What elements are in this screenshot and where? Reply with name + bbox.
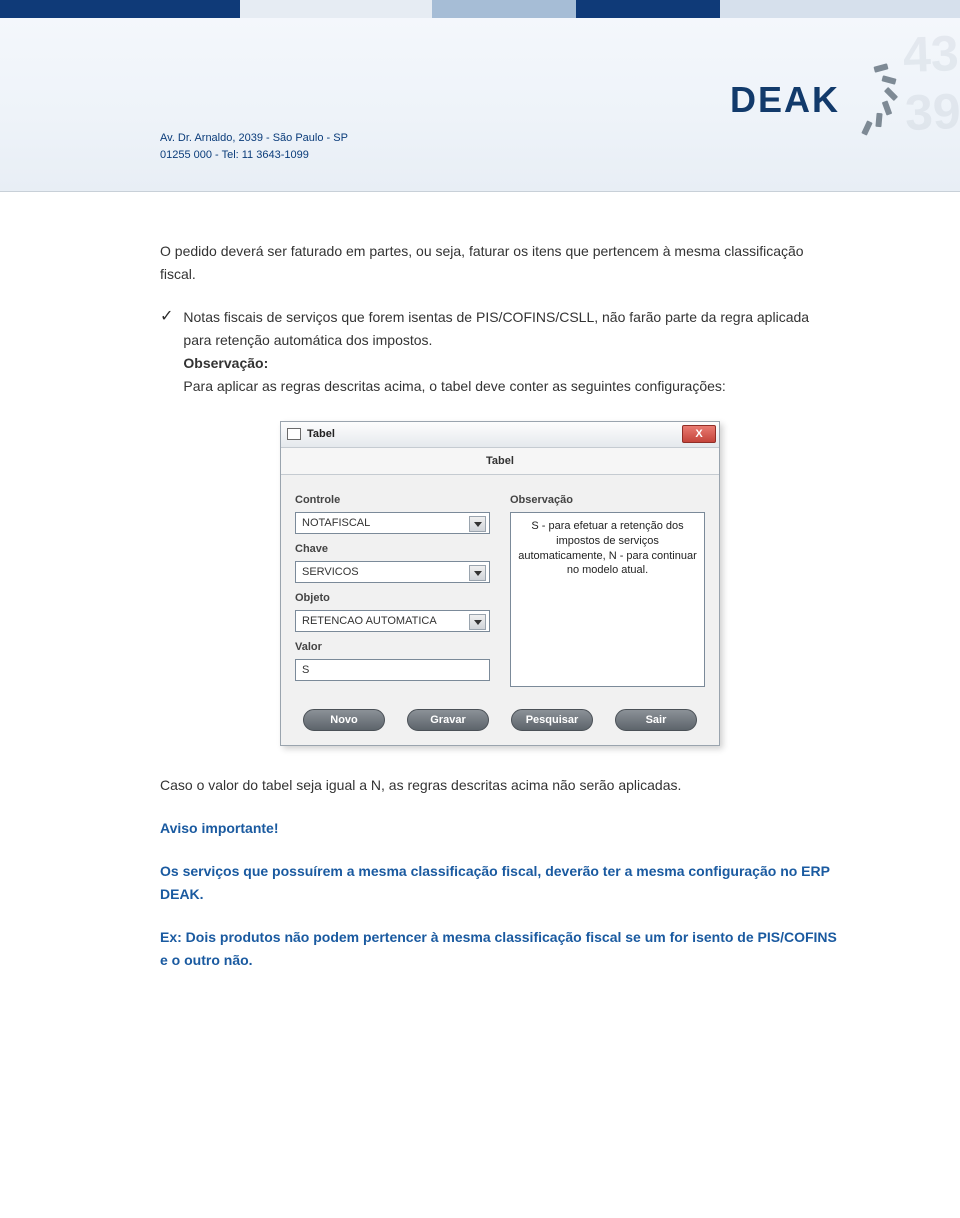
window-icon xyxy=(287,428,301,440)
aviso-title: Aviso importante! xyxy=(160,817,840,840)
objeto-select[interactable]: RETENCAO AUTOMATICA xyxy=(295,610,490,632)
bullet-item-1: ✓ Notas fiscais de serviços que forem is… xyxy=(160,306,840,398)
objeto-value: RETENCAO AUTOMATICA xyxy=(302,612,437,630)
page-header: 4339 Av. Dr. Arnaldo, 2039 - São Paulo -… xyxy=(0,0,960,192)
chave-select[interactable]: SERVICOS xyxy=(295,561,490,583)
logo-text: DEAK xyxy=(730,79,840,121)
header-decorative-numbers: 4339 xyxy=(902,24,960,142)
paragraph-intro: O pedido deverá ser faturado em partes, … xyxy=(160,240,840,286)
chevron-down-icon xyxy=(474,571,482,576)
chevron-down-icon xyxy=(474,620,482,625)
novo-button[interactable]: Novo xyxy=(303,709,385,731)
tabel-dialog-figure: Tabel X Tabel Controle NOTAFISCAL Chave … xyxy=(280,421,720,746)
label-controle: Controle xyxy=(295,491,490,509)
document-body: O pedido deverá ser faturado em partes, … xyxy=(0,192,960,972)
company-address: Av. Dr. Arnaldo, 2039 - São Paulo - SP 0… xyxy=(160,130,348,163)
label-objeto: Objeto xyxy=(295,589,490,607)
address-line2: 01255 000 - Tel: 11 3643-1099 xyxy=(160,147,348,164)
bullet-1-text: Notas fiscais de serviços que forem isen… xyxy=(183,309,809,348)
label-valor: Valor xyxy=(295,638,490,656)
gravar-button[interactable]: Gravar xyxy=(407,709,489,731)
chave-value: SERVICOS xyxy=(302,563,359,581)
valor-value: S xyxy=(302,661,309,679)
chevron-down-icon xyxy=(474,522,482,527)
observacao-text: Para aplicar as regras descritas acima, … xyxy=(183,378,725,394)
valor-input[interactable]: S xyxy=(295,659,490,681)
aviso-paragraph-1: Os serviços que possuírem a mesma classi… xyxy=(160,860,840,906)
pesquisar-button[interactable]: Pesquisar xyxy=(511,709,593,731)
dialog-tab-title: Tabel xyxy=(281,448,719,475)
logo-arc-icon xyxy=(852,65,900,135)
aviso-paragraph-2: Ex: Dois produtos não podem pertencer à … xyxy=(160,926,840,972)
company-logo: DEAK xyxy=(730,65,900,135)
observacao-textarea[interactable]: S - para efetuar a retenção dos impostos… xyxy=(510,512,705,687)
controle-select[interactable]: NOTAFISCAL xyxy=(295,512,490,534)
dialog-window-title: Tabel xyxy=(307,425,335,443)
checkmark-icon: ✓ xyxy=(160,306,173,398)
controle-value: NOTAFISCAL xyxy=(302,514,370,532)
label-observacao: Observação xyxy=(510,491,705,509)
dialog-titlebar: Tabel X xyxy=(281,422,719,448)
sair-button[interactable]: Sair xyxy=(615,709,697,731)
address-line1: Av. Dr. Arnaldo, 2039 - São Paulo - SP xyxy=(160,130,348,147)
observacao-label: Observação: xyxy=(183,355,268,371)
label-chave: Chave xyxy=(295,540,490,558)
paragraph-after-dialog: Caso o valor do tabel seja igual a N, as… xyxy=(160,774,840,797)
observacao-content: S - para efetuar a retenção dos impostos… xyxy=(518,520,697,577)
tabel-dialog: Tabel X Tabel Controle NOTAFISCAL Chave … xyxy=(280,421,720,746)
header-color-strip xyxy=(0,0,960,18)
close-button[interactable]: X xyxy=(682,425,716,443)
